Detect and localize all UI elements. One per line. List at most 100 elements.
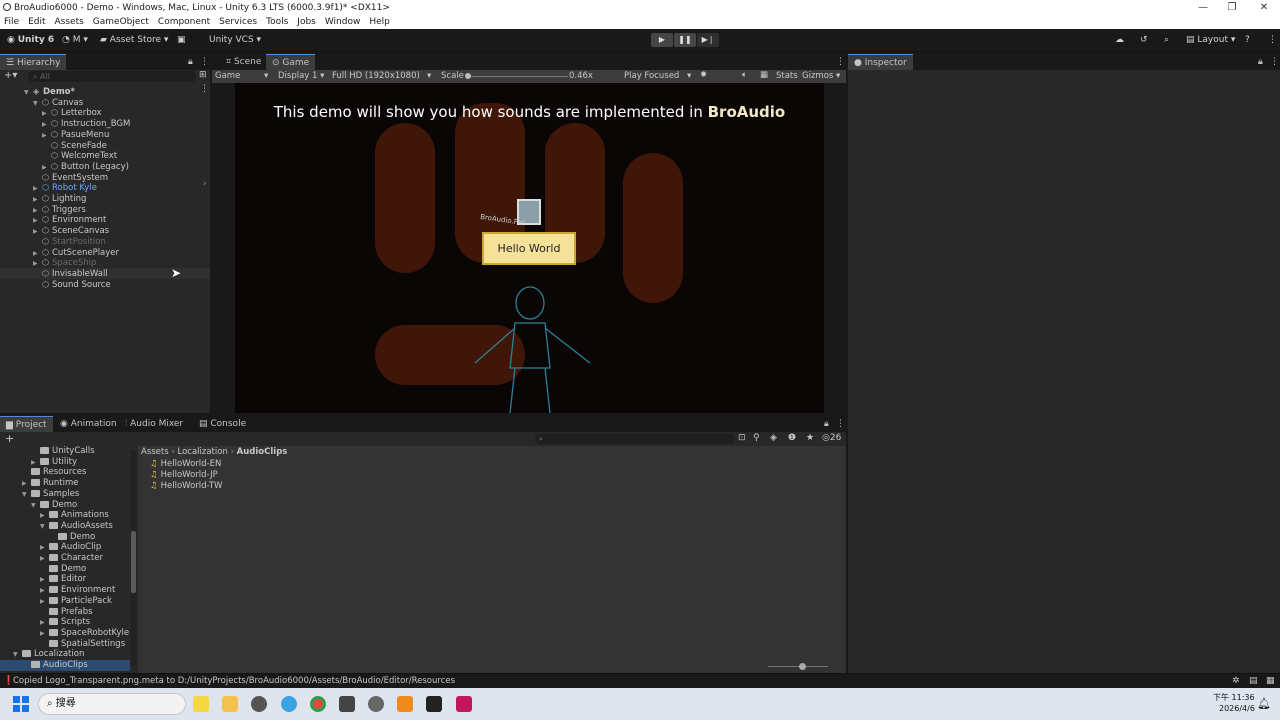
audio-mute-icon[interactable]: 🔈︎ xyxy=(742,70,747,80)
project-folder-item[interactable]: ▶ SpaceRobotKyle xyxy=(0,628,130,639)
breadcrumb-localization[interactable]: Localization xyxy=(177,447,227,457)
scale-slider[interactable] xyxy=(468,76,568,77)
hierarchy-item[interactable]: ▼ ◈ Demo* xyxy=(0,86,210,97)
list-item[interactable]: ♫ HelloWorld-EN xyxy=(150,459,221,470)
scene-visibility-icon[interactable]: ⊞ xyxy=(199,70,207,80)
close-button[interactable]: ✕ xyxy=(1248,0,1280,15)
resolution-dropdown[interactable]: Full HD (1920x1080) xyxy=(332,71,420,81)
tab-animation[interactable]: ◉ Animation xyxy=(54,416,123,432)
play-focused-dropdown[interactable]: Play Focused xyxy=(624,71,679,81)
tab-hierarchy[interactable]: ☰ Hierarchy xyxy=(0,54,67,70)
cloud-icon[interactable]: ☁ xyxy=(1115,35,1124,45)
search-by-label-icon[interactable]: ⚲ xyxy=(753,433,760,443)
create-asset-button[interactable]: + xyxy=(5,432,14,445)
project-folder-item[interactable]: ▶ Scripts xyxy=(0,617,130,628)
expand-arrow-icon[interactable]: ▶ xyxy=(40,596,49,607)
list-item[interactable]: ♫ HelloWorld-TW xyxy=(150,481,222,492)
favorite-star-icon[interactable]: ★ xyxy=(806,433,814,443)
bug-icon[interactable]: ✹ xyxy=(700,70,707,80)
game-view[interactable]: This demo will show you how sounds are i… xyxy=(235,83,824,413)
project-folder-item[interactable]: ▶ Editor xyxy=(0,574,130,585)
project-folder-item[interactable]: ▶ Environment xyxy=(0,585,130,596)
scale-slider-handle[interactable] xyxy=(465,73,471,79)
minimize-button[interactable]: — xyxy=(1187,0,1219,15)
project-folder-item[interactable]: ▶ AudioClip xyxy=(0,542,130,553)
unity-account-button[interactable]: ◉ Unity 6 xyxy=(7,35,54,45)
menu-jobs[interactable]: Jobs xyxy=(297,17,316,27)
notification-bell-icon[interactable]: 🔔︎ xyxy=(1257,697,1271,710)
package-icon[interactable]: ▣ xyxy=(177,35,186,45)
clock-time[interactable]: 下午 11:36 xyxy=(1213,692,1255,703)
unity-hub-icon[interactable] xyxy=(251,696,267,712)
expand-arrow-icon[interactable]: ▶ xyxy=(40,617,49,628)
chevron-right-icon[interactable]: › xyxy=(203,179,207,189)
project-folder-item[interactable]: Demo xyxy=(0,564,130,575)
taskbar-search-input[interactable]: ⌕ 搜尋 xyxy=(38,693,186,715)
unity-editor-icon[interactable] xyxy=(339,696,355,712)
icon-size-slider-handle[interactable] xyxy=(799,663,806,670)
project-folder-item[interactable]: ▶ Animations xyxy=(0,510,130,521)
menu-file[interactable]: File xyxy=(4,17,19,27)
terminal-icon[interactable] xyxy=(426,696,442,712)
menu-help[interactable]: Help xyxy=(369,17,390,27)
account-dropdown[interactable]: ◔ M ▾ xyxy=(62,35,88,45)
tab-scene[interactable]: ⌗ Scene xyxy=(220,54,267,70)
hierarchy-item[interactable]: ⬡ WelcomeText xyxy=(0,150,210,161)
tab-console[interactable]: ▤ Console xyxy=(193,416,252,432)
breadcrumb-audioclips[interactable]: AudioClips xyxy=(237,447,288,457)
tab-inspector[interactable]: ● Inspector xyxy=(848,54,913,70)
chrome-icon[interactable] xyxy=(310,696,326,712)
expand-arrow-icon[interactable]: ▼ xyxy=(13,649,22,660)
layout-dropdown[interactable]: ▤ Layout ▾ xyxy=(1186,35,1235,45)
step-button[interactable]: ▶❘ xyxy=(697,33,719,47)
hierarchy-item[interactable]: ⬡ Sound Source xyxy=(0,279,210,290)
search-by-type-icon[interactable]: ⊡ xyxy=(738,433,746,443)
menu-tools[interactable]: Tools xyxy=(266,17,288,27)
menu-services[interactable]: Services xyxy=(219,17,257,27)
project-folder-item[interactable]: ▼ Localization xyxy=(0,649,130,660)
hierarchy-item[interactable]: ▶ ⬡ Robot Kyle xyxy=(0,182,210,193)
hierarchy-item[interactable]: ⬡ SceneFade xyxy=(0,140,210,151)
expand-arrow-icon[interactable]: ▼ xyxy=(40,521,49,532)
vlc-icon[interactable] xyxy=(397,696,413,712)
hierarchy-item[interactable]: ▶ ⬡ SceneCanvas xyxy=(0,225,210,236)
project-folder-item[interactable]: Demo xyxy=(0,532,130,543)
hierarchy-item[interactable]: ▶ ⬡ Environment xyxy=(0,214,210,225)
file-explorer-icon[interactable] xyxy=(222,696,238,712)
edge-icon[interactable] xyxy=(281,696,297,712)
expand-arrow-icon[interactable]: ▶ xyxy=(40,574,49,585)
hierarchy-item[interactable]: ▼ ⬡ Canvas xyxy=(0,97,210,108)
info-icon[interactable]: ❶ xyxy=(788,433,796,443)
hierarchy-item[interactable]: ⬡ StartPosition xyxy=(0,236,210,247)
play-button[interactable]: ▶ xyxy=(651,33,673,47)
menu-gameobject[interactable]: GameObject xyxy=(93,17,149,27)
expand-arrow-icon[interactable]: ▶ xyxy=(22,478,31,489)
progress-icon[interactable]: ✲ xyxy=(1232,676,1240,686)
menu-component[interactable]: Component xyxy=(158,17,210,27)
hierarchy-item[interactable]: ▶ ⬡ CutScenePlayer xyxy=(0,247,210,258)
asset-store-button[interactable]: ▰ Asset Store ▾ xyxy=(100,35,168,45)
rider-icon[interactable] xyxy=(456,696,472,712)
hierarchy-item[interactable]: ▶ ⬡ Instruction_BGM xyxy=(0,118,210,129)
shortcuts-icon[interactable]: ▦ xyxy=(760,70,768,80)
project-search-input[interactable]: ⌕ xyxy=(535,434,735,444)
expand-arrow-icon[interactable]: ▼ xyxy=(31,500,40,511)
help-icon[interactable]: ? xyxy=(1245,35,1250,45)
menu-edit[interactable]: Edit xyxy=(28,17,45,27)
expand-arrow-icon[interactable]: ▶ xyxy=(31,457,40,468)
tag-icon[interactable]: ◈ xyxy=(770,433,777,443)
github-desktop-icon[interactable] xyxy=(368,696,384,712)
game-mode-dropdown[interactable]: Game xyxy=(215,71,240,81)
hierarchy-item[interactable]: ▶ ⬡ Button (Legacy) xyxy=(0,161,210,172)
windows-start-icon[interactable] xyxy=(13,696,29,712)
project-folder-item[interactable]: ▶ Utility xyxy=(0,457,130,468)
tab-project[interactable]: ▆ Project xyxy=(0,416,53,432)
scene-menu-icon[interactable]: ⋮ xyxy=(200,84,209,94)
status-message[interactable]: Copied Logo_Transparent.png.meta to D:/U… xyxy=(13,676,455,686)
panel-menu-icon[interactable]: ⋮ xyxy=(1264,54,1280,70)
expand-arrow-icon[interactable]: ▶ xyxy=(40,585,49,596)
maximize-button[interactable]: ❐ xyxy=(1216,0,1248,15)
project-folder-item[interactable]: Prefabs xyxy=(0,607,130,618)
expand-arrow-icon[interactable]: ▶ xyxy=(40,510,49,521)
hierarchy-search-input[interactable]: ⌕ All xyxy=(28,71,196,82)
